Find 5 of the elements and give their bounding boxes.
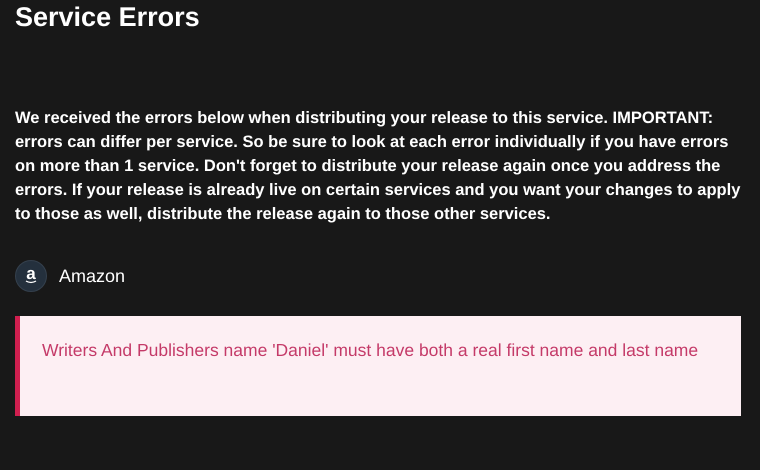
description-text: We received the errors below when distributing your release to this service. IMPORTANT: errors can differ per service. So be sure to look at each error individually if you have errors on more than 1 service. Don't forget to distribute your release again once you address the errors. If your release is already live on certain services and you want your changes to apply to those as well, distribute the release again to those other services. (15, 108, 742, 225)
service-name: Amazon (59, 266, 126, 286)
page-title: Service Errors (15, 1, 201, 34)
error-message: Writers And Publishers name 'Daniel' must have both a real first name and last name (15, 316, 741, 416)
store-logo-icon: a (15, 260, 47, 292)
